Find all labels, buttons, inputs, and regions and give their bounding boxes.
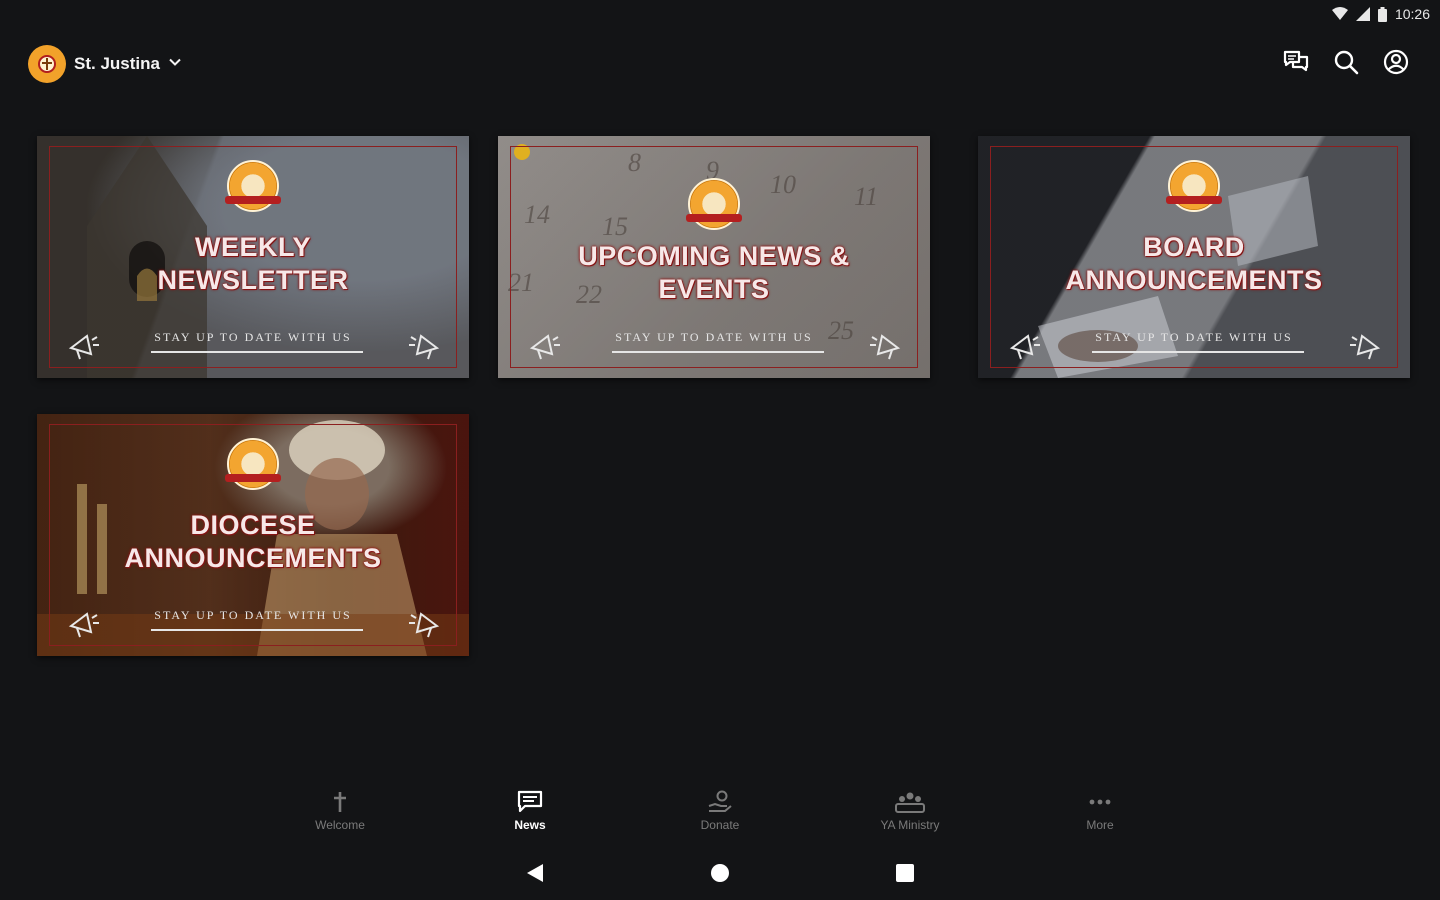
- card-tagline: STAY UP TO DATE WITH US: [615, 330, 813, 344]
- app-screen: 10:26 St. Justina WEEKLY NEWSLETTER STAY…: [0, 0, 1440, 900]
- bottom-navigation: Welcome News Donate YA Ministry More: [245, 790, 1195, 844]
- nav-item-news[interactable]: News: [435, 790, 625, 844]
- tagline-underline: [151, 351, 363, 353]
- card-title: DIOCESE ANNOUNCEMENTS: [124, 510, 382, 573]
- system-navigation-bar: [520, 860, 920, 890]
- signal-icon: [1355, 7, 1370, 21]
- megaphone-icon: [1006, 328, 1042, 364]
- megaphone-icon: [65, 606, 101, 642]
- church-seal-logo: [225, 160, 281, 212]
- status-bar: 10:26: [1300, 0, 1440, 28]
- app-bar-actions: [1282, 49, 1410, 80]
- chevron-down-icon: [168, 55, 182, 74]
- tagline-underline: [151, 629, 363, 631]
- megaphone-icon: [65, 328, 101, 364]
- wifi-icon: [1331, 7, 1348, 21]
- church-selector[interactable]: St. Justina: [28, 45, 182, 83]
- home-circle-icon: [710, 863, 730, 888]
- nav-item-welcome[interactable]: Welcome: [245, 790, 435, 844]
- nav-item-more[interactable]: More: [1005, 790, 1195, 844]
- nav-label: Welcome: [315, 818, 365, 832]
- recents-square-icon: [895, 863, 915, 888]
- status-time: 10:26: [1394, 6, 1430, 22]
- tagline-underline: [1092, 351, 1304, 353]
- search-icon: [1333, 49, 1359, 80]
- system-home-button[interactable]: [705, 860, 735, 890]
- nav-item-ya-ministry[interactable]: YA Ministry: [815, 790, 1005, 844]
- search-button[interactable]: [1332, 50, 1360, 78]
- card-tagline: STAY UP TO DATE WITH US: [1095, 330, 1293, 344]
- card-board-announcements[interactable]: BOARD ANNOUNCEMENTS STAY UP TO DATE WITH…: [978, 136, 1410, 378]
- app-bar: St. Justina: [28, 40, 1410, 88]
- megaphone-icon: [868, 328, 904, 364]
- card-title: WEEKLY NEWSLETTER: [157, 232, 349, 295]
- group-icon: [895, 790, 925, 814]
- nav-label: Donate: [700, 818, 740, 832]
- nav-label: YA Ministry: [880, 818, 940, 832]
- system-recents-button[interactable]: [890, 860, 920, 890]
- cross-icon: [329, 790, 351, 814]
- news-icon: [517, 790, 543, 814]
- card-title: BOARD ANNOUNCEMENTS: [1065, 232, 1323, 295]
- account-icon: [1383, 49, 1409, 80]
- megaphone-icon: [1348, 328, 1384, 364]
- card-title: UPCOMING NEWS & EVENTS: [578, 241, 850, 304]
- church-seal-logo: [1166, 160, 1222, 212]
- tagline-underline: [612, 351, 824, 353]
- nav-label: News: [514, 818, 546, 832]
- card-upcoming-news-events[interactable]: 8 9 10 11 14 15 21 22 25 UPCOMING NEWS &…: [498, 136, 930, 378]
- church-seal-logo: [686, 178, 742, 230]
- more-icon: [1087, 790, 1113, 814]
- nav-item-donate[interactable]: Donate: [625, 790, 815, 844]
- megaphone-icon: [407, 606, 443, 642]
- back-triangle-icon: [525, 862, 545, 889]
- donate-icon: [707, 790, 733, 814]
- chat-button[interactable]: [1282, 50, 1310, 78]
- card-diocese-announcements[interactable]: DIOCESE ANNOUNCEMENTS STAY UP TO DATE WI…: [37, 414, 469, 656]
- megaphone-icon: [526, 328, 562, 364]
- system-back-button[interactable]: [520, 860, 550, 890]
- card-tagline: STAY UP TO DATE WITH US: [154, 330, 352, 344]
- church-logo: [28, 45, 66, 83]
- battery-icon: [1377, 6, 1387, 22]
- card-tagline: STAY UP TO DATE WITH US: [154, 608, 352, 622]
- church-name: St. Justina: [74, 54, 160, 73]
- megaphone-icon: [407, 328, 443, 364]
- account-button[interactable]: [1382, 49, 1410, 80]
- chat-icon: [1283, 50, 1309, 79]
- nav-label: More: [1086, 818, 1114, 832]
- church-seal-logo: [225, 438, 281, 490]
- card-weekly-newsletter[interactable]: WEEKLY NEWSLETTER STAY UP TO DATE WITH U…: [37, 136, 469, 378]
